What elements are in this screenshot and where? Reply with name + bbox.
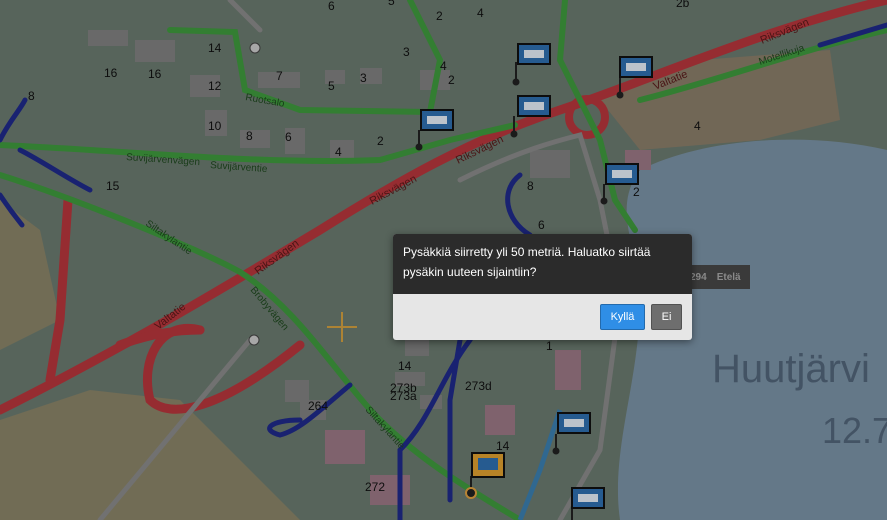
dialog-message: Pysäkkiä siirretty yli 50 metriä. Haluat… (393, 234, 692, 294)
confirm-dialog: Pysäkkiä siirretty yli 50 metriä. Haluat… (393, 234, 692, 340)
stop-number: 294 (690, 271, 707, 283)
stop-direction: Etelä (716, 271, 741, 283)
cancel-button[interactable]: Ei (651, 304, 682, 330)
dialog-actions: Kyllä Ei (600, 304, 682, 330)
confirm-button[interactable]: Kyllä (600, 304, 645, 330)
